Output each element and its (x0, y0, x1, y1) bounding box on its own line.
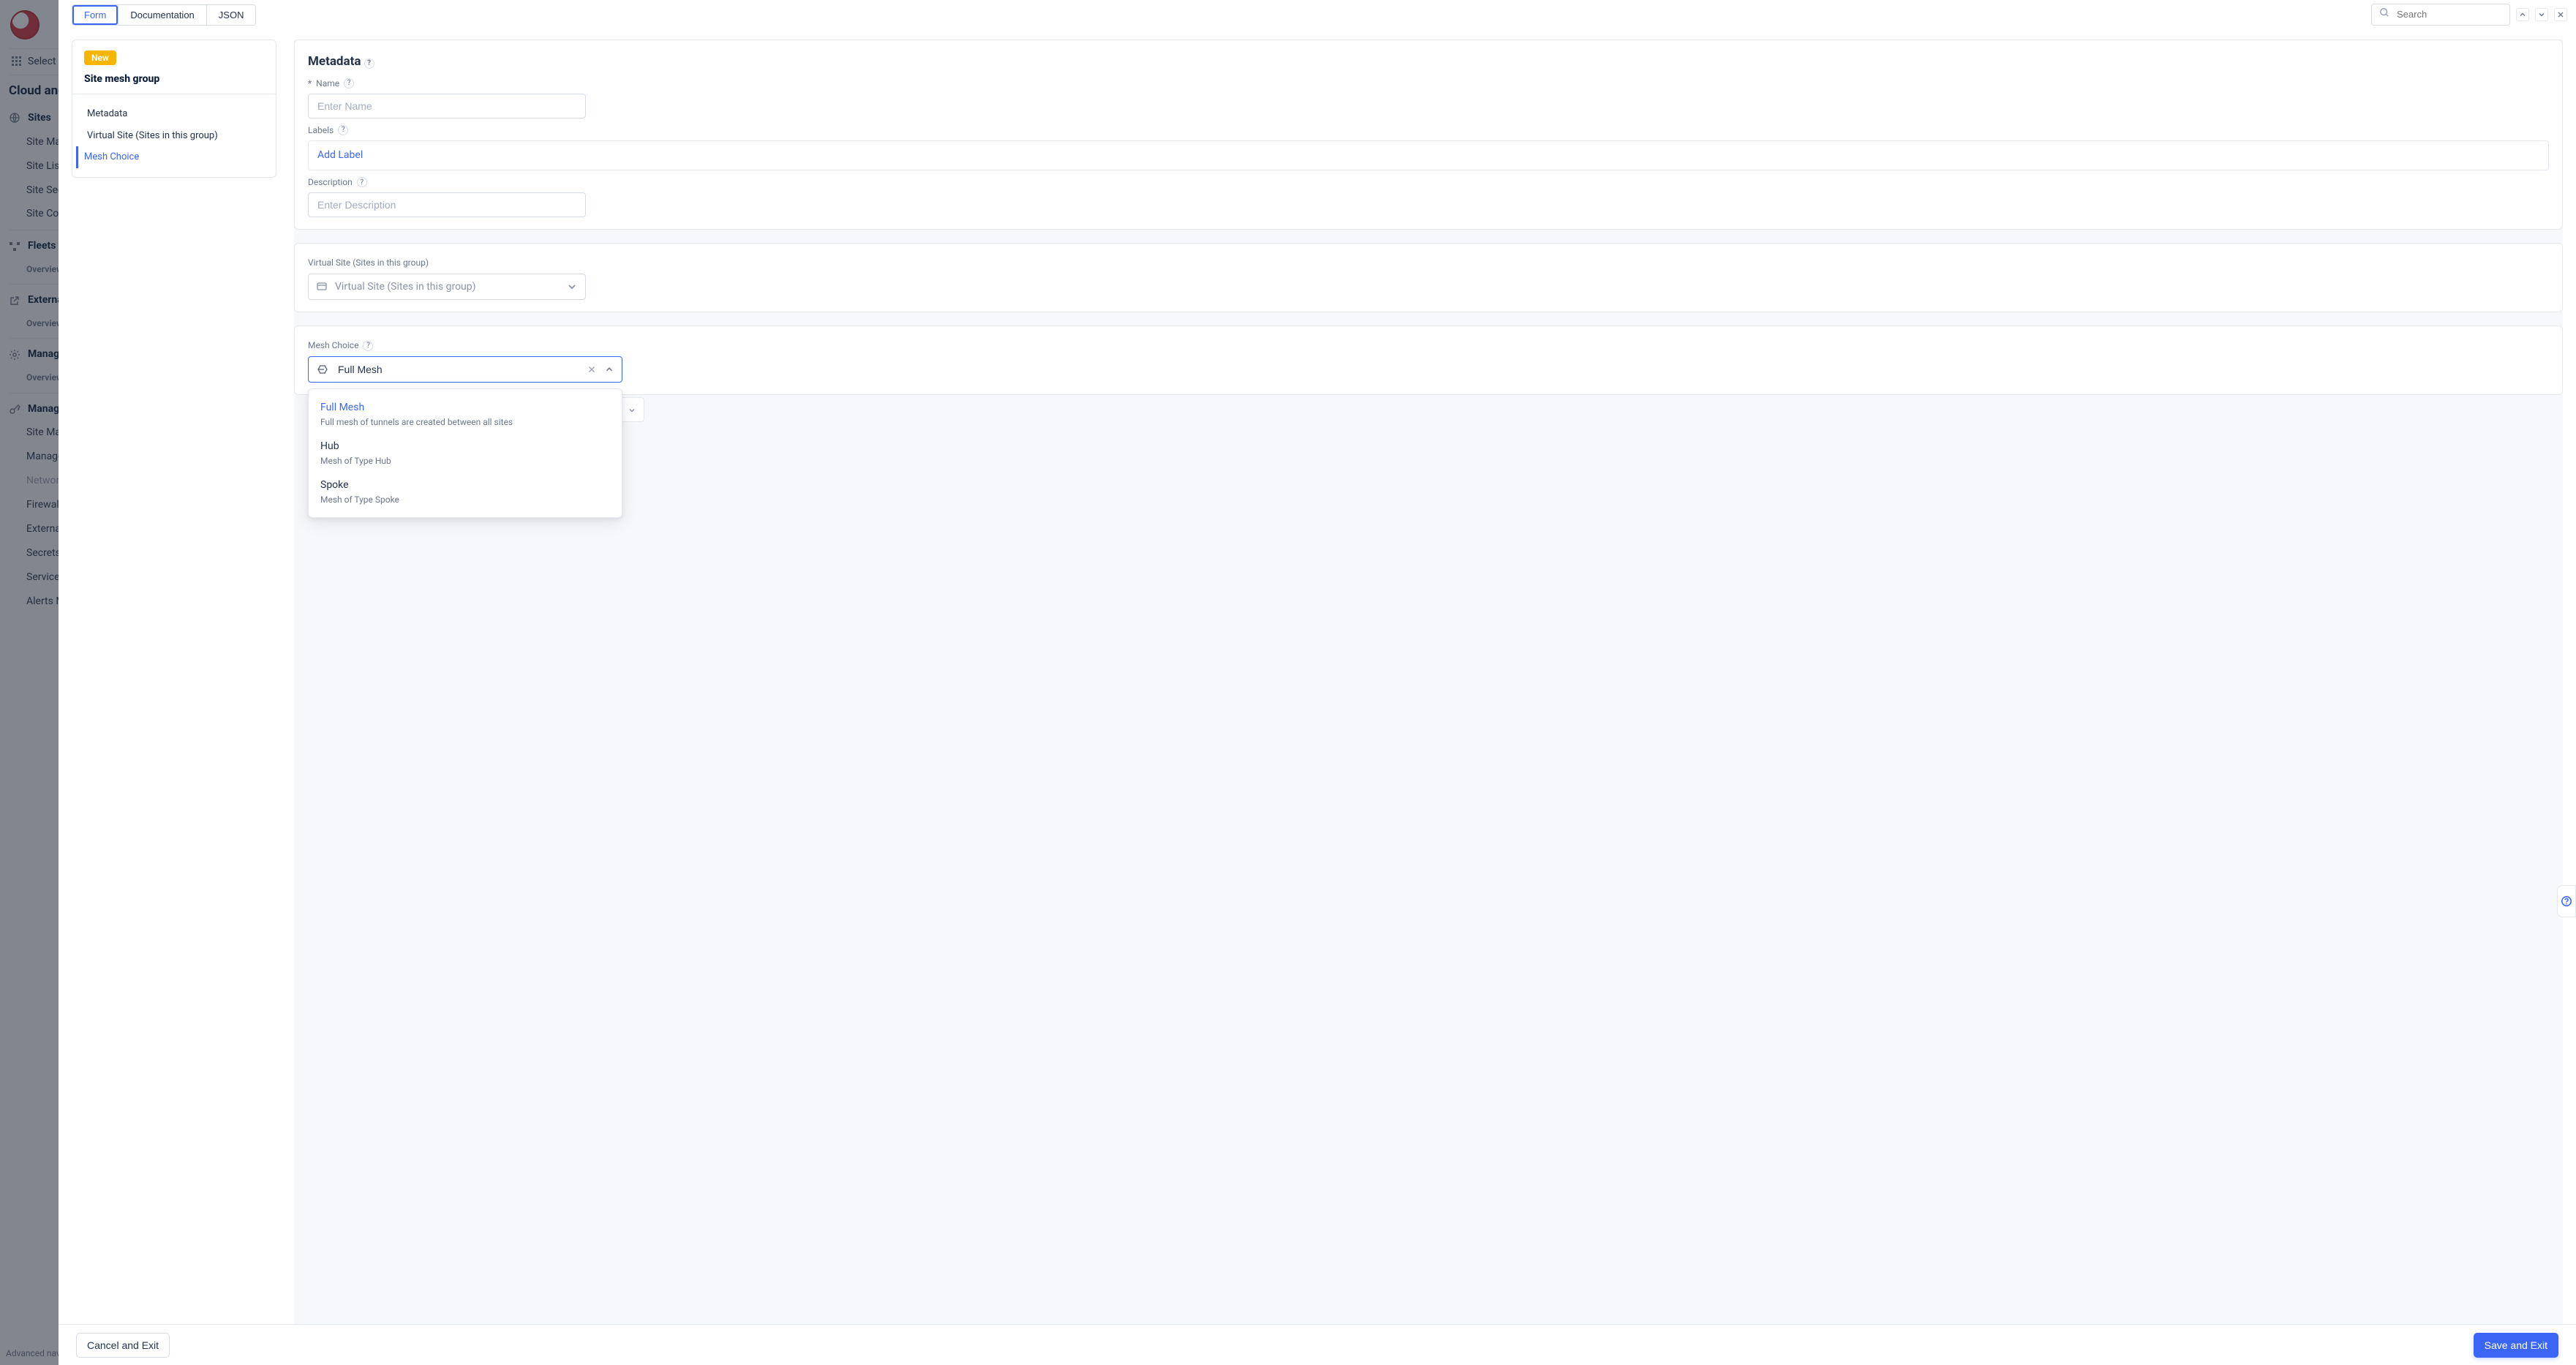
help-fab[interactable] (2557, 885, 2576, 917)
mesh-choice-combobox[interactable]: ✕ Full Mesh Full mesh of tunnels are cre… (308, 356, 622, 383)
fleets-icon (9, 241, 20, 252)
mesh-choice-input[interactable] (336, 363, 579, 376)
name-help-icon[interactable]: ? (344, 78, 354, 89)
labels-box: Add Label (308, 140, 2549, 170)
globe-icon (9, 112, 20, 124)
mesh-option-full-mesh[interactable]: Full Mesh Full mesh of tunnels are creat… (309, 395, 622, 434)
name-input[interactable] (308, 94, 586, 119)
search-input[interactable] (2395, 8, 2502, 20)
form-main: Metadata ? * Name ? Labels ? Add Label (294, 40, 2563, 1324)
key-icon (9, 403, 20, 415)
cancel-button[interactable]: Cancel and Exit (76, 1333, 170, 1358)
nav-footer: Advanced nav (6, 1347, 61, 1359)
add-label-link[interactable]: Add Label (317, 149, 363, 161)
peek-chevron-down-icon (628, 405, 636, 414)
chevron-up-icon[interactable] (604, 364, 614, 375)
group-mesh-choice: Mesh Choice ? ✕ (294, 326, 2563, 394)
apps-grid-icon (12, 56, 22, 67)
mesh-option-title: Spoke (320, 478, 610, 492)
mesh-option-spoke[interactable]: Spoke Mesh of Type Spoke (309, 473, 622, 511)
search-icon (2379, 7, 2389, 22)
virtual-label: Virtual Site (Sites in this group) (308, 257, 429, 268)
mesh-dropdown: Full Mesh Full mesh of tunnels are creat… (308, 388, 622, 518)
external-icon (9, 295, 20, 307)
mesh-option-desc: Mesh of Type Hub (320, 455, 610, 467)
search-prev-match[interactable] (2516, 8, 2529, 21)
desc-input[interactable] (308, 192, 586, 217)
outline-item-mesh-choice[interactable]: Mesh Choice (76, 146, 264, 168)
brand-logo (10, 10, 39, 40)
mesh-option-title: Hub (320, 440, 610, 454)
virtual-site-select[interactable]: Virtual Site (Sites in this group) (308, 274, 586, 301)
drawer-topbar: Form Documentation JSON (59, 0, 2576, 26)
save-button[interactable]: Save and Exit (2474, 1333, 2558, 1358)
site-icon (316, 281, 328, 293)
group-virtual-site: Virtual Site (Sites in this group) Virtu… (294, 243, 2563, 312)
labels-label: Labels (308, 124, 334, 136)
search-input-wrap[interactable] (2371, 4, 2510, 26)
metadata-title: Metadata (308, 54, 361, 69)
topbar-actions (2371, 4, 2567, 26)
labels-help-icon[interactable]: ? (338, 125, 348, 135)
drawer-body: New Site mesh group Metadata Virtual Sit… (59, 26, 2576, 1324)
tab-form[interactable]: Form (72, 5, 118, 25)
form-outline: New Site mesh group Metadata Virtual Sit… (72, 40, 276, 1324)
chevron-down-icon (566, 281, 578, 293)
drawer-close[interactable] (2554, 8, 2567, 21)
mesh-icon (316, 363, 329, 376)
virtual-site-placeholder: Virtual Site (Sites in this group) (335, 280, 559, 294)
drawer-footer: Cancel and Exit Save and Exit (59, 1324, 2576, 1365)
mesh-label: Mesh Choice (308, 339, 358, 351)
drawer: Form Documentation JSON New Site mesh gr… (59, 0, 2576, 1365)
clear-icon[interactable] (587, 364, 597, 375)
mesh-option-desc: Mesh of Type Spoke (320, 494, 610, 505)
desc-label: Description (308, 176, 353, 188)
mesh-option-desc: Full mesh of tunnels are created between… (320, 416, 610, 428)
tab-documentation[interactable]: Documentation (118, 5, 206, 25)
group-metadata: Metadata ? * Name ? Labels ? Add Label (294, 40, 2563, 230)
outline-item-metadata[interactable]: Metadata (84, 103, 264, 125)
nav-sites-label: Sites (28, 111, 51, 125)
desc-help-icon[interactable]: ? (357, 177, 367, 187)
mesh-option-title: Full Mesh (320, 401, 610, 415)
name-label: Name (316, 78, 339, 89)
outline-item-virtual-site[interactable]: Virtual Site (Sites in this group) (84, 125, 264, 147)
gear-icon (9, 349, 20, 361)
tab-json[interactable]: JSON (206, 5, 256, 25)
metadata-help-icon[interactable]: ? (364, 59, 374, 69)
search-next-match[interactable] (2535, 8, 2548, 21)
view-tabs: Form Documentation JSON (72, 4, 256, 26)
outline-title: Site mesh group (84, 72, 264, 86)
new-badge: New (84, 50, 116, 65)
mesh-help-icon[interactable]: ? (363, 341, 373, 351)
name-required-prefix: * (308, 78, 312, 89)
mesh-option-hub[interactable]: Hub Mesh of Type Hub (309, 434, 622, 473)
